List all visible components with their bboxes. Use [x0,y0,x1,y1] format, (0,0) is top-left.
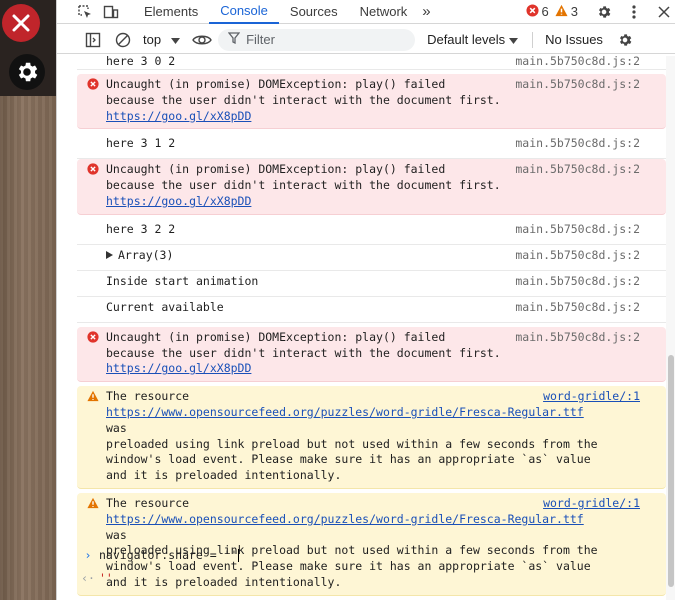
warning-icon [87,497,99,514]
log-text: here 3 1 2 [106,136,176,151]
tab-elements[interactable]: Elements [133,0,209,24]
devtools-panel: Elements Console Sources Network » 6 3 t… [56,0,675,600]
console-log-row[interactable]: Array(3) main.5b750c8d.js:2 [77,245,666,271]
filter-icon [227,32,241,47]
tab-network[interactable]: Network [349,0,419,24]
warning-line: preloaded using link preload but not use… [106,436,598,451]
array-preview[interactable]: Array(3) [118,248,173,262]
source-link[interactable]: main.5b750c8d.js:2 [515,162,640,178]
source-link[interactable]: main.5b750c8d.js:2 [515,136,640,152]
prompt-chevron-icon: › [84,548,92,562]
error-line: because the user didn't interact with th… [106,178,501,193]
console-settings-gear-icon[interactable] [615,30,635,50]
error-counter[interactable]: 6 [525,3,549,20]
more-options-icon[interactable] [624,2,644,22]
error-line: because the user didn't interact with th… [106,92,501,107]
text-cursor [238,548,240,562]
error-link[interactable]: https://goo.gl/xX8pDD [106,109,662,125]
clear-console-icon[interactable] [113,30,133,50]
context-label: top [143,32,162,47]
log-text: here 3 0 2 [106,56,176,68]
source-link[interactable]: main.5b750c8d.js:2 [515,274,640,290]
filter-input[interactable] [246,32,397,47]
error-icon [87,78,99,95]
device-toolbar-icon[interactable] [101,2,121,22]
warning-counter[interactable]: 3 [555,4,578,20]
error-link[interactable]: https://goo.gl/xX8pDD [106,361,662,377]
error-link[interactable]: https://goo.gl/xX8pDD [106,194,662,210]
expand-triangle-icon[interactable] [106,248,118,264]
warning-line: was [106,527,127,542]
warning-line: window's load event. Please make sure it… [106,452,591,467]
issues-label: No Issues [545,32,603,47]
console-warning-row[interactable]: The resource https://www.opensourcefeed.… [77,386,666,489]
source-link[interactable]: main.5b750c8d.js:2 [515,330,640,346]
error-count: 6 [541,4,549,19]
error-line: because the user didn't interact with th… [106,345,501,360]
source-link[interactable]: main.5b750c8d.js:2 [515,300,640,316]
close-devtools-icon[interactable] [654,2,674,22]
settings-gear-icon[interactable] [594,2,614,22]
issues-button[interactable]: No Issues [545,32,603,47]
source-link[interactable]: main.5b750c8d.js:2 [515,77,640,93]
console-log-row[interactable]: here 3 2 2 main.5b750c8d.js:2 [77,219,666,245]
result-value: '' [99,571,113,585]
warning-count: 3 [570,4,578,19]
resource-link[interactable]: https://www.opensourcefeed.org/puzzles/w… [106,512,662,528]
wood-texture [0,96,56,600]
source-link[interactable]: main.5b750c8d.js:2 [515,222,640,238]
console-toolbar: top Default levels No Issues [57,26,675,54]
console-messages: here 3 0 2 main.5b750c8d.js:2 Uncaught (… [77,56,666,600]
console-error-row[interactable]: Uncaught (in promise) DOMException: play… [77,159,666,215]
source-link[interactable]: word-gridle/:1 [543,389,640,405]
prompt-input[interactable]: navigator.share = '' [99,548,237,562]
tab-console[interactable]: Console [209,0,279,24]
warning-line: and it is preloaded intentionally. [106,468,342,483]
console-result: ‹· '' [77,568,666,588]
gear-icon[interactable] [9,54,45,90]
toolbar-divider [532,31,534,48]
console-log-row[interactable]: here 3 1 2 main.5b750c8d.js:2 [77,133,666,160]
warning-icon [87,390,99,407]
sidebar-toggle-icon[interactable] [83,30,103,50]
log-levels-label: Default levels [427,32,506,47]
tab-sources[interactable]: Sources [279,0,349,24]
source-link[interactable]: main.5b750c8d.js:2 [515,248,640,264]
chevron-down-icon [171,32,181,47]
console-prompt[interactable]: › navigator.share = '' [77,544,666,566]
chevron-down-icon [509,32,519,47]
resource-link[interactable]: https://www.opensourcefeed.org/puzzles/w… [106,405,662,421]
devtools-tabbar: Elements Console Sources Network » 6 3 [57,0,675,24]
console-log-row[interactable]: Inside start animation main.5b750c8d.js:… [77,271,666,297]
filter-field[interactable] [218,28,416,51]
error-icon [87,163,99,180]
log-text: here 3 2 2 [106,221,176,236]
context-selector[interactable]: top [143,32,181,47]
source-link[interactable]: word-gridle/:1 [543,496,640,512]
inspect-element-icon[interactable] [75,2,95,22]
log-text: Inside start animation [106,273,259,288]
more-tabs-button[interactable]: » [418,0,434,24]
console-error-row[interactable]: Uncaught (in promise) DOMException: play… [77,326,666,383]
log-text: Current available [106,299,224,314]
console-log-row[interactable]: here 3 0 2 main.5b750c8d.js:2 [77,56,666,70]
console-log-row[interactable]: Current available main.5b750c8d.js:2 [77,297,666,323]
console-error-row[interactable]: Uncaught (in promise) DOMException: play… [77,74,666,130]
result-arrow-icon: ‹· [81,571,95,585]
scrollbar-thumb[interactable] [668,355,674,587]
live-expression-eye-icon[interactable] [192,30,212,50]
log-levels-dropdown[interactable]: Default levels [427,32,519,47]
error-icon [87,331,99,348]
source-link[interactable]: main.5b750c8d.js:2 [515,56,640,70]
error-icon [525,3,539,20]
warning-line: was [106,420,127,435]
page-background [0,0,56,600]
warning-icon [555,4,568,20]
close-icon[interactable] [2,4,40,42]
